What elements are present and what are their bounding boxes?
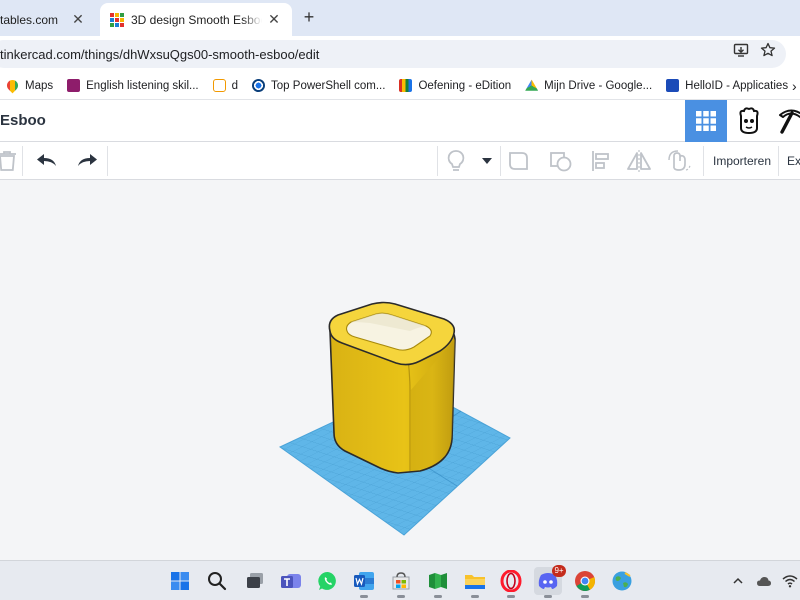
ungroup-button[interactable] — [548, 149, 574, 173]
tab-inactive[interactable]: tables.com ✕ — [0, 3, 96, 36]
bookmark-mijn-drive[interactable]: Mijn Drive - Google... — [525, 79, 652, 92]
install-app-icon[interactable] — [733, 42, 749, 58]
bookmarks-bar: Maps English listening skil... d Top Pow… — [0, 72, 800, 100]
bookmark-favicon-icon — [212, 79, 226, 92]
blocks-view-button[interactable] — [728, 100, 770, 142]
bookmark-top-powershell[interactable]: Top PowerShell com... — [252, 79, 385, 92]
tab-title: 3D design Smooth Esboo - Tinkercad — [131, 12, 262, 27]
design-name[interactable]: Esboo — [0, 112, 46, 129]
cruise-hand-icon — [668, 150, 691, 171]
close-tab-icon[interactable]: ✕ — [266, 11, 282, 28]
notification-badge: 9+ — [552, 565, 566, 577]
sheets-icon[interactable] — [424, 567, 452, 598]
bookmark-star-icon[interactable] — [760, 42, 776, 58]
store-icon[interactable] — [387, 567, 415, 598]
discord-icon[interactable]: 9+ — [534, 565, 566, 598]
whatsapp-icon[interactable] — [314, 567, 342, 595]
light-button[interactable] — [443, 149, 469, 173]
address-row: tinkercad.com/things/dhWxsuQgs00-smooth-… — [0, 36, 800, 72]
grid-view-icon — [696, 111, 716, 131]
chrome-icon[interactable] — [571, 567, 599, 598]
trash-icon — [0, 151, 16, 171]
browser-tab-strip: tables.com ✕ 3D design Smooth Esboo - Ti… — [0, 0, 800, 36]
pickaxe-icon — [779, 109, 800, 134]
bookmark-d[interactable]: d — [212, 79, 238, 92]
bookmark-helloid[interactable]: HelloID - Applicaties — [666, 79, 788, 92]
codeblocks-character-icon — [739, 107, 759, 135]
align-button[interactable] — [588, 149, 614, 173]
eye-logo-icon — [252, 79, 266, 92]
grid-logo-icon — [67, 79, 81, 92]
editor-toolbar: Importeren Ex — [0, 142, 800, 180]
bookmark-english-listening[interactable]: English listening skil... — [67, 79, 199, 92]
tinkercad-header: Esboo — [0, 100, 800, 142]
more-bookmarks-icon[interactable]: › — [792, 78, 797, 94]
tinkercad-favicon-icon — [110, 12, 124, 27]
edition-logo-icon — [399, 79, 413, 92]
bricks-view-button[interactable] — [770, 100, 800, 142]
import-button[interactable]: Importeren — [709, 150, 776, 172]
mirror-button[interactable] — [626, 149, 652, 173]
tab-active[interactable]: 3D design Smooth Esboo - Tinkercad ✕ — [100, 3, 292, 36]
helloid-logo-icon — [666, 79, 680, 92]
task-view-icon[interactable] — [241, 567, 269, 595]
undo-button[interactable] — [34, 149, 60, 173]
new-tab-button[interactable]: + — [298, 6, 320, 28]
url-text: tinkercad.com/things/dhWxsuQgs00-smooth-… — [0, 46, 320, 62]
onedrive-cloud-icon[interactable] — [756, 573, 772, 589]
group-shapes-icon — [509, 152, 528, 170]
3d-design-view-button[interactable] — [685, 100, 727, 142]
start-icon[interactable] — [166, 567, 194, 595]
align-icon — [592, 151, 609, 171]
yellow-box-shape[interactable] — [328, 301, 456, 474]
tab-title: tables.com — [0, 12, 59, 27]
wifi-icon[interactable] — [782, 573, 798, 589]
teams-icon[interactable] — [277, 567, 305, 595]
taskbar: 9+ — [0, 560, 800, 600]
address-bar[interactable]: tinkercad.com/things/dhWxsuQgs00-smooth-… — [0, 40, 786, 68]
maps-pin-icon — [4, 77, 21, 94]
delete-button[interactable] — [0, 149, 20, 173]
globe-icon[interactable] — [608, 567, 636, 595]
drive-icon — [525, 79, 539, 91]
bookmark-maps[interactable]: Maps — [4, 77, 53, 94]
export-button[interactable]: Ex — [783, 150, 800, 172]
file-explorer-icon[interactable] — [461, 567, 489, 598]
word-icon[interactable] — [350, 567, 378, 598]
group-button[interactable] — [506, 149, 532, 173]
undo-arrow-icon — [37, 154, 56, 166]
bookmark-oefening-edition[interactable]: Oefening - eDition — [399, 79, 511, 92]
redo-button[interactable] — [74, 149, 100, 173]
redo-arrow-icon — [78, 154, 97, 166]
light-dropdown-button[interactable] — [474, 149, 500, 173]
cruise-button[interactable] — [666, 149, 692, 173]
search-icon[interactable] — [203, 567, 231, 595]
opera-icon[interactable] — [497, 567, 525, 598]
lightbulb-icon — [447, 150, 465, 171]
close-tab-icon[interactable]: ✕ — [70, 11, 86, 28]
chevron-up-icon[interactable] — [730, 573, 746, 589]
mirror-icon — [627, 150, 651, 172]
caret-down-icon — [482, 158, 492, 164]
workplane-canvas[interactable] — [0, 181, 800, 560]
ungroup-shapes-icon — [550, 152, 572, 172]
